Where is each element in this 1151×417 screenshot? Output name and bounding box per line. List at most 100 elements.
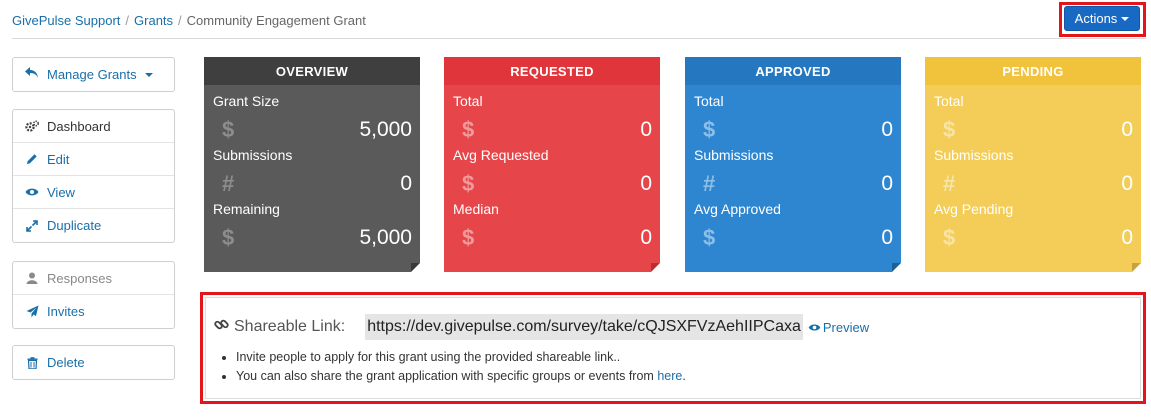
sidebar-item-view[interactable]: View [13, 176, 174, 209]
stat-label: Grant Size [213, 93, 280, 109]
stat-label: Avg Pending [934, 201, 1014, 217]
dollar-icon: $ [703, 224, 716, 250]
sidebar-item-dashboard[interactable]: Dashboard [13, 110, 174, 143]
stat-value: 5,000 [359, 225, 412, 249]
dollar-icon: $ [222, 116, 235, 142]
caret-down-icon [1121, 16, 1130, 21]
hash-icon: # [703, 170, 716, 196]
sidebar-item-label: Invites [47, 304, 85, 319]
list-item: Invite people to apply for this grant us… [236, 348, 686, 367]
card-title: APPROVED [685, 57, 901, 85]
share-instruction-text: You can also share the grant application… [236, 369, 654, 383]
gears-icon [25, 119, 39, 133]
sidebar-item-label: Edit [47, 151, 70, 167]
dollar-icon: $ [943, 224, 956, 250]
stat-value: 0 [1121, 117, 1133, 141]
stat-label: Total [694, 93, 724, 109]
actions-label: Actions [1074, 11, 1118, 26]
pencil-icon [25, 152, 39, 166]
stat-value: 5,000 [359, 117, 412, 141]
sidebar-item-duplicate[interactable]: Duplicate [13, 209, 174, 242]
stat-label: Total [453, 93, 483, 109]
stat-value: 0 [881, 171, 893, 195]
reply-arrow-icon [25, 67, 39, 82]
eye-icon [25, 185, 39, 199]
card-title: PENDING [925, 57, 1141, 85]
expand-arrows-icon [25, 219, 39, 233]
sidebar-nav-group: Dashboard Edit View Duplicate [12, 109, 175, 243]
card-fold-cut [411, 263, 420, 272]
share-instructions: Invite people to apply for this grant us… [236, 348, 686, 386]
list-item: You can also share the grant application… [236, 367, 686, 386]
dollar-icon: $ [943, 116, 956, 142]
sidebar-delete-group: Delete [12, 345, 175, 380]
manage-grants-button[interactable]: Manage Grants [13, 58, 174, 91]
sidebar-responses-group: Responses Invites [12, 261, 175, 329]
card-fold-cut [892, 263, 901, 272]
header-divider [12, 38, 1146, 39]
here-link[interactable]: here [657, 369, 682, 383]
breadcrumb-givepulse-support[interactable]: GivePulse Support [12, 13, 120, 28]
manage-grants-box: Manage Grants [12, 57, 175, 92]
sidebar-item-label: Dashboard [47, 118, 111, 134]
actions-button[interactable]: Actions [1064, 6, 1140, 31]
share-instruction-end: . [682, 369, 686, 383]
stat-label: Median [453, 201, 499, 217]
stat-value: 0 [640, 225, 652, 249]
sidebar-item-invites[interactable]: Invites [13, 295, 174, 328]
link-icon [214, 317, 229, 337]
stat-value: 0 [1121, 225, 1133, 249]
breadcrumb-grants[interactable]: Grants [134, 13, 173, 28]
dollar-icon: $ [703, 116, 716, 142]
stat-label: Total [934, 93, 964, 109]
hash-icon: # [222, 170, 235, 196]
stat-value: 0 [640, 171, 652, 195]
caret-down-icon [144, 72, 153, 77]
shareable-link-row: Shareable Link: https://dev.givepulse.co… [214, 313, 869, 341]
requested-card: REQUESTED Total $0 Avg Requested $0 Medi… [444, 57, 660, 272]
overview-card: OVERVIEW Grant Size $5,000 Submissions #… [204, 57, 420, 272]
shareable-link-url[interactable]: https://dev.givepulse.com/survey/take/cQ… [365, 314, 803, 340]
shareable-link-text: Shareable Link: [234, 318, 346, 335]
approved-card: APPROVED Total $0 Submissions #0 Avg App… [685, 57, 901, 272]
stat-label: Remaining [213, 201, 280, 217]
stat-label: Avg Approved [694, 201, 781, 217]
dollar-icon: $ [462, 224, 475, 250]
stat-value: 0 [1121, 171, 1133, 195]
dollar-icon: $ [222, 224, 235, 250]
stat-value: 0 [400, 171, 412, 195]
breadcrumb: GivePulse Support / Grants / Community Engag… [12, 13, 366, 28]
sidebar-item-label: Duplicate [47, 218, 102, 233]
stat-label: Submissions [934, 147, 1014, 163]
card-fold-cut [651, 263, 660, 272]
trash-icon [25, 356, 39, 370]
card-title: OVERVIEW [204, 57, 420, 85]
stat-label: Avg Requested [453, 147, 549, 163]
card-title: REQUESTED [444, 57, 660, 85]
hash-icon: # [943, 170, 956, 196]
sidebar-item-delete[interactable]: Delete [13, 346, 174, 379]
preview-label: Preview [822, 319, 870, 335]
manage-grants-label: Manage Grants [47, 67, 137, 82]
stat-value: 0 [881, 117, 893, 141]
sidebar-item-edit[interactable]: Edit [13, 143, 174, 176]
dollar-icon: $ [462, 170, 475, 196]
pending-card: PENDING Total $0 Submissions #0 Avg Pend… [925, 57, 1141, 272]
preview-link[interactable]: Preview [808, 320, 869, 335]
breadcrumb-separator: / [178, 13, 182, 28]
card-fold-cut [1132, 263, 1141, 272]
breadcrumb-current: Community Engagement Grant [186, 13, 366, 28]
user-icon [25, 271, 39, 285]
paper-plane-icon [25, 305, 39, 319]
sidebar-item-label: Delete [47, 355, 85, 370]
sidebar-item-label: View [47, 184, 75, 200]
stat-value: 0 [881, 225, 893, 249]
dollar-icon: $ [462, 116, 475, 142]
breadcrumb-separator: / [125, 13, 130, 28]
stat-label: Submissions [694, 147, 774, 163]
stat-label: Submissions [213, 147, 293, 163]
eye-icon [808, 320, 821, 335]
sidebar-item-responses[interactable]: Responses [13, 262, 174, 295]
sidebar-item-label: Responses [47, 270, 113, 286]
stat-value: 0 [640, 117, 652, 141]
